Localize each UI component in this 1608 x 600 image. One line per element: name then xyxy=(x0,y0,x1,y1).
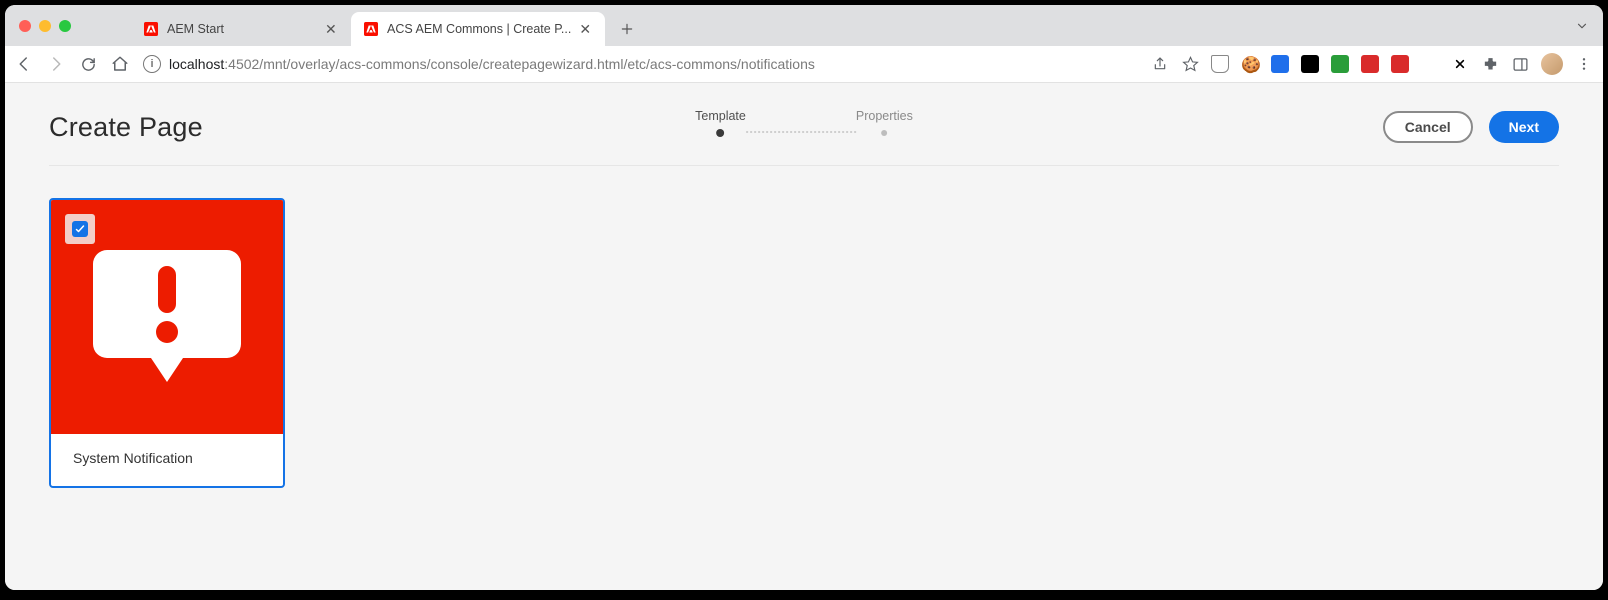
side-panel-button[interactable] xyxy=(1511,55,1529,73)
browser-tab-aem-start[interactable]: AEM Start ✕ xyxy=(131,12,351,46)
extension-icon[interactable] xyxy=(1451,55,1469,73)
reload-button[interactable] xyxy=(79,55,97,73)
adobe-icon xyxy=(143,21,159,37)
browser-menu-button[interactable] xyxy=(1575,55,1593,73)
extension-icon[interactable] xyxy=(1391,55,1409,73)
adobe-icon xyxy=(363,21,379,37)
home-button[interactable] xyxy=(111,55,129,73)
wizard-step-dot-icon xyxy=(881,130,887,136)
template-cards: System Notification xyxy=(49,166,1559,488)
cancel-button[interactable]: Cancel xyxy=(1383,111,1473,143)
template-checkbox[interactable] xyxy=(65,214,95,244)
wizard-step-label: Properties xyxy=(856,109,913,123)
wizard-step-properties: Properties xyxy=(856,109,913,136)
window-close-button[interactable] xyxy=(19,20,31,32)
browser-toolbar: i localhost:4502/mnt/overlay/acs-commons… xyxy=(5,46,1603,83)
browser-tab-acs-commons[interactable]: ACS AEM Commons | Create P... ✕ xyxy=(351,12,605,46)
extension-icon[interactable] xyxy=(1301,55,1319,73)
window-controls xyxy=(19,20,71,32)
browser-window: AEM Start ✕ ACS AEM Commons | Create P..… xyxy=(5,5,1603,590)
toolbar-right: 🍪 xyxy=(1151,53,1593,75)
page-header: Create Page Template Properties Cancel N… xyxy=(49,111,1559,166)
wizard-step-dot-icon xyxy=(717,129,725,137)
share-icon[interactable] xyxy=(1151,55,1169,73)
extension-icon[interactable]: 🍪 xyxy=(1241,55,1259,73)
next-button[interactable]: Next xyxy=(1489,111,1559,143)
tabs-dropdown-button[interactable] xyxy=(1575,19,1589,38)
wizard-step-template[interactable]: Template xyxy=(695,109,746,137)
extension-icon[interactable] xyxy=(1271,55,1289,73)
extension-icon[interactable] xyxy=(1361,55,1379,73)
template-title: System Notification xyxy=(51,434,283,486)
notification-icon xyxy=(87,242,247,392)
new-tab-button[interactable] xyxy=(613,15,641,43)
url-host: localhost xyxy=(169,56,224,72)
extensions-button[interactable] xyxy=(1481,55,1499,73)
forward-button[interactable] xyxy=(47,55,65,73)
template-card-system-notification[interactable]: System Notification xyxy=(49,198,285,488)
tab-title: ACS AEM Commons | Create P... xyxy=(387,22,571,36)
url-path: :4502/mnt/overlay/acs-commons/console/cr… xyxy=(224,56,815,72)
window-maximize-button[interactable] xyxy=(59,20,71,32)
window-minimize-button[interactable] xyxy=(39,20,51,32)
url-text: localhost:4502/mnt/overlay/acs-commons/c… xyxy=(169,56,815,72)
tab-title: AEM Start xyxy=(167,22,317,36)
header-actions: Cancel Next xyxy=(1383,111,1559,143)
site-info-icon[interactable]: i xyxy=(143,55,161,73)
tab-strip: AEM Start ✕ ACS AEM Commons | Create P..… xyxy=(5,5,1603,46)
extension-icon[interactable] xyxy=(1331,55,1349,73)
extension-icon[interactable] xyxy=(1211,55,1229,73)
page-title: Create Page xyxy=(49,112,203,143)
template-thumbnail xyxy=(51,200,283,434)
wizard-step-connector xyxy=(746,131,856,145)
back-button[interactable] xyxy=(15,55,33,73)
wizard-step-label: Template xyxy=(695,109,746,123)
page-content: Create Page Template Properties Cancel N… xyxy=(5,83,1603,590)
url-bar[interactable]: i localhost:4502/mnt/overlay/acs-commons… xyxy=(143,55,1137,73)
extension-icon[interactable] xyxy=(1421,55,1439,73)
profile-avatar[interactable] xyxy=(1541,53,1563,75)
browser-chrome: AEM Start ✕ ACS AEM Commons | Create P..… xyxy=(5,5,1603,83)
tab-close-button[interactable]: ✕ xyxy=(325,22,339,36)
bookmark-star-icon[interactable] xyxy=(1181,55,1199,73)
checkmark-icon xyxy=(72,221,88,237)
tab-close-button[interactable]: ✕ xyxy=(579,22,593,36)
wizard-steps: Template Properties xyxy=(695,109,913,145)
